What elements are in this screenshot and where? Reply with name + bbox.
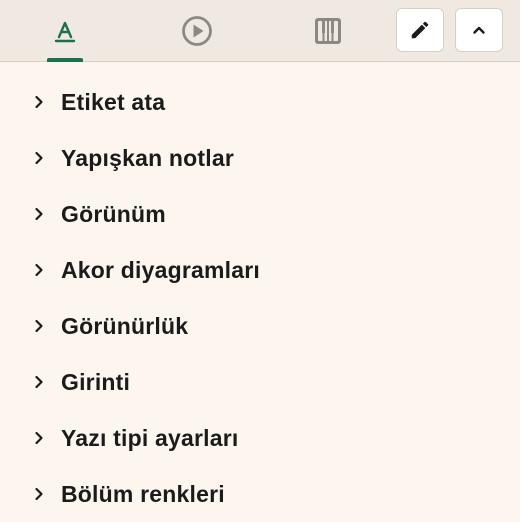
chevron-right-icon	[32, 319, 46, 333]
chevron-right-icon	[32, 431, 46, 445]
section-label: Yazı tipi ayarları	[61, 424, 239, 451]
section-item-gorunurluk[interactable]: Görünürlük	[0, 298, 520, 354]
section-label: Etiket ata	[61, 88, 166, 115]
tab-instrument[interactable]	[296, 0, 360, 62]
chevron-right-icon	[32, 263, 46, 277]
pencil-icon	[411, 21, 429, 39]
chevron-right-icon	[32, 207, 46, 221]
section-item-akor-diyagramlari[interactable]: Akor diyagramları	[0, 242, 520, 298]
section-item-yapiskan-notlar[interactable]: Yapışkan notlar	[0, 130, 520, 186]
chevron-right-icon	[32, 375, 46, 389]
section-item-yazi-tipi-ayarlari[interactable]: Yazı tipi ayarları	[0, 410, 520, 466]
tab-playback[interactable]	[165, 0, 229, 62]
edit-button[interactable]	[396, 8, 444, 52]
play-circle-icon	[182, 16, 212, 46]
section-label: Görünüm	[61, 200, 166, 227]
settings-section-list: Etiket ata Yapışkan notlar Görünüm Akor …	[0, 74, 520, 522]
section-item-etiket-ata[interactable]: Etiket ata	[0, 74, 520, 130]
section-label: Girinti	[61, 368, 131, 395]
top-toolbar	[0, 0, 520, 62]
section-label: Görünürlük	[61, 312, 189, 339]
section-label: Bölüm renkleri	[61, 480, 225, 507]
section-item-girinti[interactable]: Girinti	[0, 354, 520, 410]
piano-icon	[315, 18, 341, 44]
section-item-gorunum[interactable]: Görünüm	[0, 186, 520, 242]
section-label: Akor diyagramları	[61, 256, 260, 283]
chevron-right-icon	[32, 95, 46, 109]
chevron-right-icon	[32, 487, 46, 501]
collapse-button[interactable]	[455, 8, 503, 52]
tab-text-format[interactable]	[33, 0, 97, 62]
section-label: Yapışkan notlar	[61, 144, 235, 171]
chevron-up-icon	[473, 26, 485, 34]
text-format-icon	[54, 21, 76, 43]
chevron-right-icon	[32, 151, 46, 165]
